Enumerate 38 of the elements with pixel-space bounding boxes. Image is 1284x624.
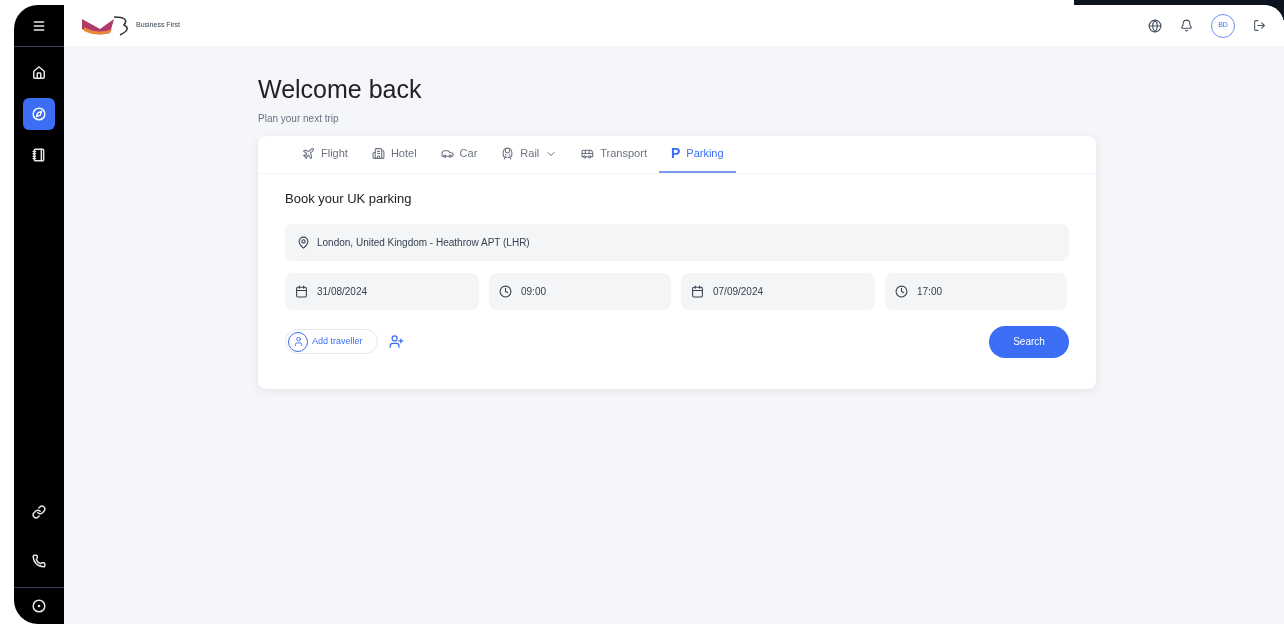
add-user-icon[interactable] xyxy=(388,334,404,349)
time-field[interactable]: 17:00 xyxy=(885,272,1067,310)
car-icon xyxy=(440,147,454,160)
circle-icon xyxy=(32,599,46,613)
home-icon xyxy=(32,66,46,80)
parking-icon: P xyxy=(670,143,681,164)
notebook-icon xyxy=(32,148,46,162)
tab[interactable]: Car xyxy=(428,136,490,173)
logout-icon[interactable] xyxy=(1253,19,1266,32)
time-field[interactable]: 09:00 xyxy=(489,272,671,310)
bell-icon[interactable] xyxy=(1180,19,1193,32)
date-field[interactable]: 07/09/2024 xyxy=(681,272,875,310)
calendar-icon xyxy=(295,284,308,298)
form-title: Book your UK parking xyxy=(285,190,413,208)
tab[interactable]: P Parking xyxy=(658,136,736,173)
link-icon xyxy=(32,505,46,519)
compass-icon xyxy=(32,107,46,121)
tab[interactable]: Hotel xyxy=(359,136,429,173)
phone-icon xyxy=(32,554,46,568)
clock-icon xyxy=(895,284,908,298)
tab[interactable]: Rail xyxy=(489,136,570,173)
building-icon xyxy=(371,147,385,160)
search-button[interactable]: Search xyxy=(989,325,1069,358)
location-field[interactable]: London, United Kingdom - Heathrow APT (LHR) xyxy=(285,223,1069,261)
tab[interactable]: Transport xyxy=(569,136,659,173)
calendar-icon xyxy=(691,284,704,298)
page-subtitle: Plan your next trip xyxy=(258,112,340,126)
bus-icon xyxy=(581,147,595,160)
tab[interactable]: Flight xyxy=(290,136,360,173)
train-icon xyxy=(501,147,515,160)
location-pin-icon xyxy=(297,235,310,249)
date-field[interactable]: 31/08/2024 xyxy=(285,272,479,310)
page-title: Welcome back xyxy=(258,77,423,102)
sidebar-item[interactable] xyxy=(23,98,55,130)
globe-icon[interactable] xyxy=(1148,18,1162,33)
plane-icon xyxy=(302,147,315,160)
menu-icon xyxy=(32,18,46,33)
clock-icon xyxy=(499,284,512,298)
